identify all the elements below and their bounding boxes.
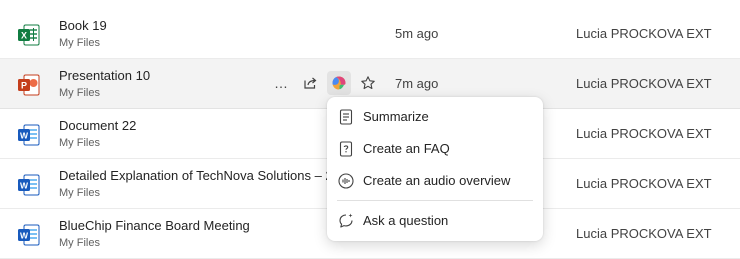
file-name[interactable]: Presentation 10 <box>59 68 150 84</box>
file-location: My Files <box>59 237 100 249</box>
audio-overview-icon <box>338 173 354 189</box>
word-file-icon: W <box>17 223 41 247</box>
menu-item-audio-overview[interactable]: Create an audio overview <box>327 166 543 196</box>
svg-text:P: P <box>21 81 27 91</box>
modified-time: 7m ago <box>395 76 439 91</box>
file-name[interactable]: BlueChip Finance Board Meeting <box>59 218 250 234</box>
svg-text:W: W <box>20 231 29 241</box>
faq-icon <box>339 141 353 157</box>
share-button[interactable] <box>298 71 322 95</box>
menu-item-ask-question[interactable]: Ask a question <box>327 206 543 236</box>
file-owner: Lucia PROCKOVA EXT <box>576 76 712 91</box>
menu-item-summarize[interactable]: Summarize <box>327 102 543 132</box>
star-icon <box>361 76 375 90</box>
ask-question-icon <box>339 213 353 228</box>
file-row[interactable]: X Book 19 My Files 5m ago Lucia PROCKOVA… <box>0 9 740 59</box>
file-name[interactable]: Detailed Explanation of TechNova Solutio… <box>59 168 329 184</box>
copilot-button[interactable] <box>327 71 351 95</box>
copilot-menu: Summarize Create an FAQ Create an audio … <box>327 97 543 241</box>
favorite-button[interactable] <box>356 71 380 95</box>
file-owner: Lucia PROCKOVA EXT <box>576 26 712 41</box>
more-actions-button[interactable]: … <box>269 71 293 95</box>
file-location: My Files <box>59 87 100 99</box>
summarize-icon <box>339 109 353 125</box>
svg-text:X: X <box>21 31 27 41</box>
menu-item-label: Create an audio overview <box>363 173 511 188</box>
file-owner: Lucia PROCKOVA EXT <box>576 126 712 141</box>
modified-time: 5m ago <box>395 26 439 41</box>
file-location: My Files <box>59 187 100 199</box>
file-location: My Files <box>59 37 100 49</box>
svg-text:W: W <box>20 131 29 141</box>
more-icon: … <box>274 75 288 91</box>
share-icon <box>304 77 317 89</box>
menu-divider <box>337 200 533 201</box>
excel-file-icon: X <box>17 23 41 47</box>
menu-item-label: Summarize <box>363 109 429 124</box>
word-file-icon: W <box>17 173 41 197</box>
file-owner: Lucia PROCKOVA EXT <box>576 226 712 241</box>
menu-item-label: Ask a question <box>363 213 449 228</box>
powerpoint-file-icon: P <box>17 73 41 97</box>
svg-text:W: W <box>20 181 29 191</box>
menu-item-label: Create an FAQ <box>363 141 450 156</box>
menu-item-create-faq[interactable]: Create an FAQ <box>327 134 543 164</box>
file-name[interactable]: Book 19 <box>59 18 107 34</box>
file-name[interactable]: Document 22 <box>59 118 136 134</box>
file-location: My Files <box>59 137 100 149</box>
copilot-icon <box>332 76 346 90</box>
file-owner: Lucia PROCKOVA EXT <box>576 176 712 191</box>
word-file-icon: W <box>17 123 41 147</box>
